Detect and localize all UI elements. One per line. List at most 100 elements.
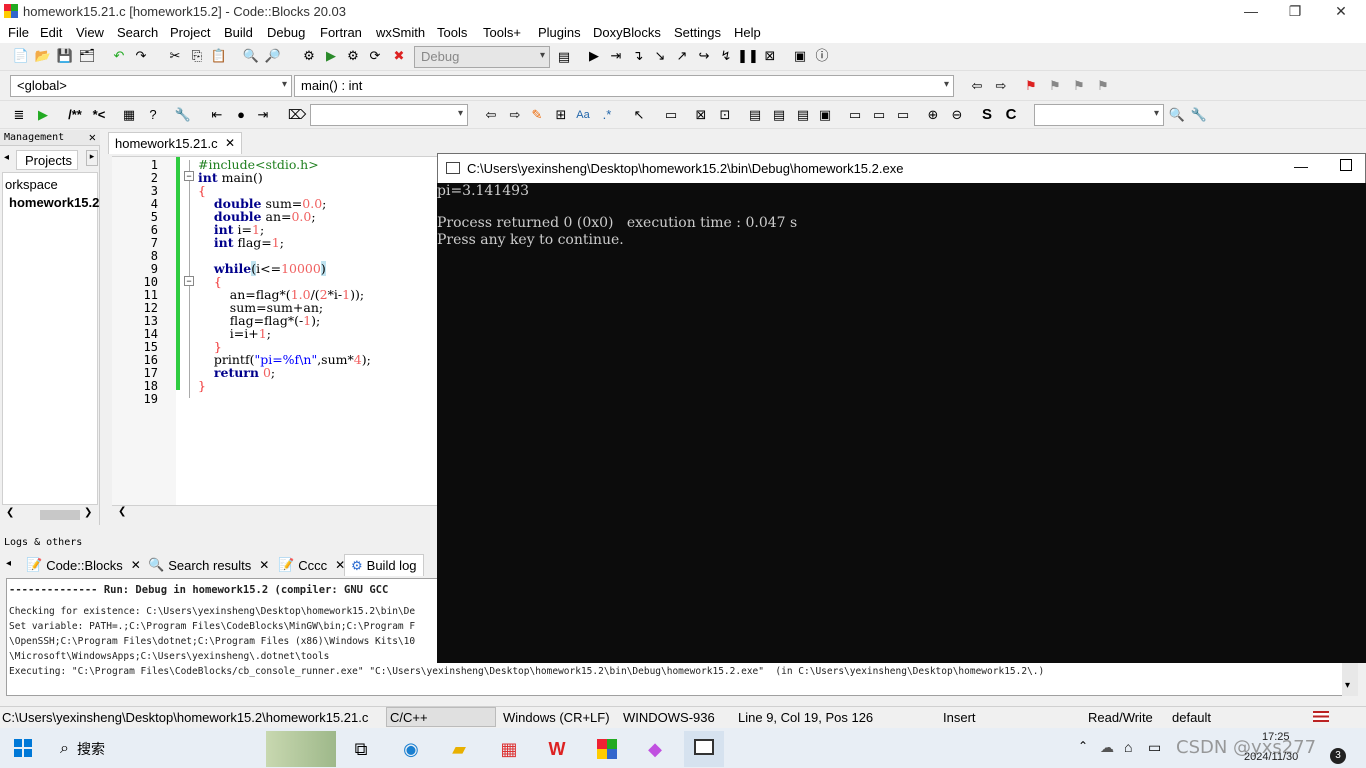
tree-hscrollbar[interactable]: ❮ ❯: [2, 507, 98, 523]
jump-forward-icon[interactable]: ⇨: [992, 77, 1010, 95]
scrollbar-thumb[interactable]: [40, 510, 80, 520]
s-icon[interactable]: S: [978, 106, 996, 124]
tree-workspace[interactable]: orkspace: [5, 177, 58, 192]
shape-3-icon[interactable]: ▭: [894, 106, 912, 124]
target-options-icon[interactable]: ▤: [555, 48, 573, 66]
editor-hscrollbar[interactable]: ❮: [112, 506, 438, 522]
redo-icon[interactable]: ↷: [132, 47, 150, 65]
undo-icon[interactable]: ↶: [110, 47, 128, 65]
run-to-cursor-icon[interactable]: ⇥: [607, 47, 625, 65]
fold-icon[interactable]: −: [184, 171, 194, 181]
tab-search-results[interactable]: 🔍 Search results ✕: [142, 554, 275, 576]
new-file-icon[interactable]: 📄: [12, 47, 30, 65]
run-plugin-icon[interactable]: ▶: [34, 106, 52, 124]
step-instruction-icon[interactable]: ↯: [717, 47, 735, 65]
select-cursor-icon[interactable]: ↖: [630, 106, 648, 124]
chevron-right-icon[interactable]: ❯: [84, 507, 92, 518]
rebuild-icon[interactable]: ⟳: [366, 47, 384, 65]
tab-projects[interactable]: Projects: [16, 150, 78, 170]
wrench-icon[interactable]: 🔧: [174, 106, 192, 124]
maximize-button[interactable]: [1340, 159, 1352, 171]
menu-tools-plus[interactable]: Tools+: [483, 25, 521, 40]
stack-icon[interactable]: ≣: [10, 106, 28, 124]
highlight-icon[interactable]: ✎: [528, 106, 546, 124]
minimize-button[interactable]: —: [1294, 158, 1308, 174]
next-arrow-icon[interactable]: ⇥: [254, 106, 272, 124]
menu-doxyblocks[interactable]: DoxyBlocks: [593, 25, 661, 40]
abort-icon[interactable]: ✖: [390, 47, 408, 65]
console-output[interactable]: [437, 183, 1366, 663]
symbol-combo[interactable]: ▾: [1034, 104, 1164, 126]
edge-browser-icon[interactable]: ◉: [394, 733, 428, 765]
menu-file[interactable]: File: [8, 25, 29, 40]
menu-wxsmith[interactable]: wxSmith: [376, 25, 425, 40]
minimize-button[interactable]: —: [1240, 2, 1262, 20]
debug-start-icon[interactable]: ▶: [585, 47, 603, 65]
menu-search[interactable]: Search: [117, 25, 158, 40]
next-instruction-icon[interactable]: ↪: [695, 47, 713, 65]
task-view-icon[interactable]: ⧉: [344, 733, 378, 765]
chevron-right-icon[interactable]: ▸: [86, 150, 98, 166]
chevron-left-icon[interactable]: ◂: [6, 558, 11, 569]
bookmark-next-icon[interactable]: ⚑: [1070, 77, 1088, 95]
dot-icon[interactable]: ●: [232, 106, 250, 124]
prev-arrow-icon[interactable]: ⇤: [208, 106, 226, 124]
zoom-in-icon[interactable]: ⊕: [924, 106, 942, 124]
bookmark-prev-icon[interactable]: ⚑: [1046, 77, 1064, 95]
close-button[interactable]: ✕: [1330, 2, 1352, 20]
run-icon[interactable]: ▶: [322, 47, 340, 65]
open-folder-icon[interactable]: 📂: [34, 47, 52, 65]
debug-windows-icon[interactable]: ▣: [791, 47, 809, 65]
pause-icon[interactable]: ❚❚: [737, 47, 759, 65]
windows-start-icon[interactable]: [14, 739, 32, 757]
build-run-icon[interactable]: ⚙: [344, 47, 362, 65]
paste-icon[interactable]: 📋: [210, 47, 228, 65]
step-into-icon[interactable]: ↘: [651, 47, 669, 65]
menu-tools[interactable]: Tools: [437, 25, 467, 40]
taskbar-search[interactable]: ⌕ 搜索: [48, 733, 248, 765]
chevron-left-icon[interactable]: ◂: [4, 152, 9, 163]
doxywizard-icon[interactable]: ▦: [120, 106, 138, 124]
menu-help[interactable]: Help: [734, 25, 761, 40]
bookmark-clear-icon[interactable]: ⚑: [1094, 77, 1112, 95]
chevron-left-icon[interactable]: ❮: [6, 507, 14, 518]
codeblocks-taskbar-icon[interactable]: [590, 733, 624, 765]
zoom-out-icon[interactable]: ⊖: [948, 106, 966, 124]
menu-debug[interactable]: Debug: [267, 25, 305, 40]
clock-date[interactable]: 2024/11/30: [1244, 751, 1298, 763]
block-2-icon[interactable]: ▤: [770, 106, 788, 124]
save-all-icon[interactable]: 🗂: [78, 47, 96, 65]
console-taskbar-button[interactable]: [684, 731, 724, 767]
tray-chevron-up-icon[interactable]: ⌃: [1078, 739, 1088, 753]
clock-time[interactable]: 17:25: [1262, 731, 1290, 743]
replace-icon[interactable]: 🔎: [264, 47, 282, 65]
maximize-button[interactable]: ❐: [1284, 2, 1306, 20]
menu-view[interactable]: View: [76, 25, 104, 40]
block-1-icon[interactable]: ▤: [746, 106, 764, 124]
notification-badge[interactable]: 3: [1330, 748, 1346, 764]
tab-build-log[interactable]: ⚙ Build log: [344, 554, 424, 576]
log-vscrollbar[interactable]: ▾: [1342, 662, 1358, 696]
close-icon[interactable]: ✕: [259, 558, 269, 572]
save-icon[interactable]: 💾: [56, 47, 74, 65]
paint-app-icon[interactable]: ◆: [638, 733, 672, 765]
tag-icon[interactable]: ⌦: [288, 106, 306, 124]
find-icon[interactable]: 🔍: [242, 47, 260, 65]
shape-1-icon[interactable]: ▭: [846, 106, 864, 124]
file-explorer-icon[interactable]: ▰: [442, 733, 476, 765]
chevron-left-icon[interactable]: ❮: [118, 506, 126, 517]
close-icon[interactable]: ✕: [131, 558, 141, 572]
build-gear-icon[interactable]: ⚙: [300, 47, 318, 65]
tab-codeblocks-log[interactable]: 📝 Code::Blocks ✕: [20, 554, 147, 576]
debug-info-icon[interactable]: ⓘ: [813, 47, 831, 65]
next-line-icon[interactable]: ↴: [629, 47, 647, 65]
search-combo[interactable]: ▾: [310, 104, 468, 126]
scope-select[interactable]: <global> ▾: [10, 75, 292, 97]
fold-icon[interactable]: −: [184, 276, 194, 286]
tab-cccc[interactable]: 📝 Cccc ✕: [272, 554, 351, 576]
menu-plugins[interactable]: Plugins: [538, 25, 581, 40]
tree-project[interactable]: homework15.2: [9, 195, 99, 210]
wps-icon[interactable]: W: [540, 733, 574, 765]
c-icon[interactable]: C: [1002, 106, 1020, 124]
menu-settings[interactable]: Settings: [674, 25, 721, 40]
